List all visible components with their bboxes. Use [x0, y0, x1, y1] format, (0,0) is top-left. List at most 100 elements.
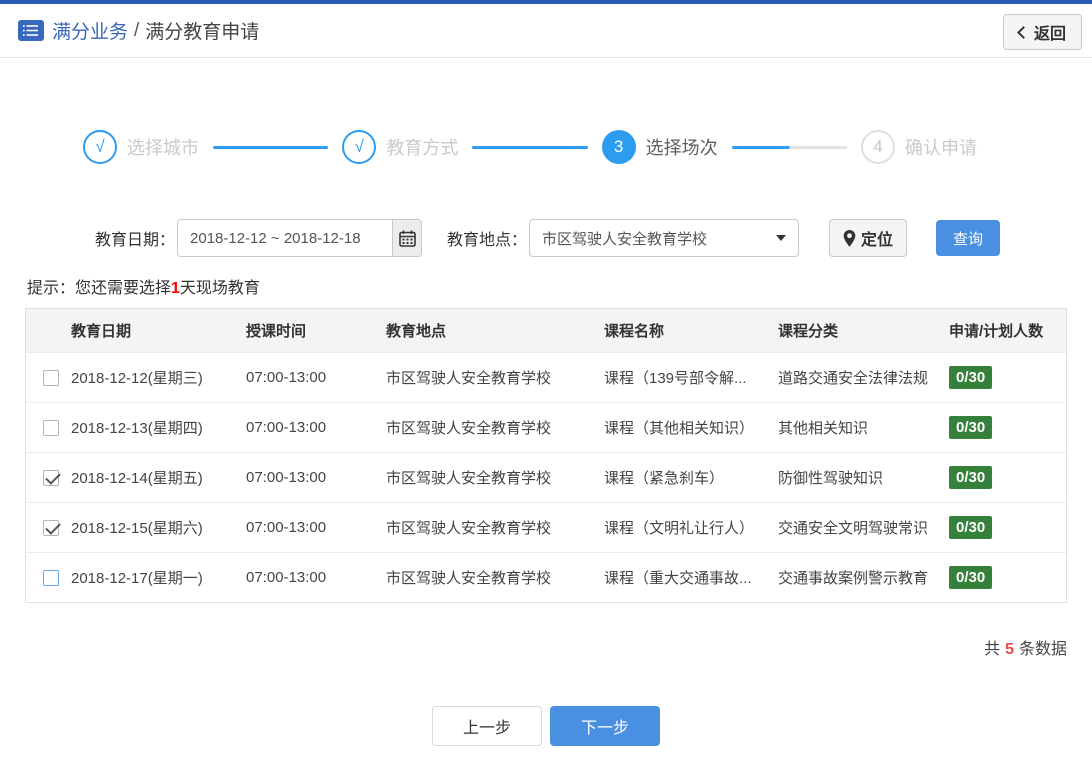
- step-connector-2: [472, 145, 588, 149]
- row-checkbox[interactable]: [43, 520, 59, 537]
- col-header-course: 课程名称: [604, 323, 665, 340]
- cell-date: 2018-12-14(星期五): [71, 470, 203, 487]
- col-header-time: 授课时间: [246, 323, 307, 340]
- step-4-circle: 4: [860, 130, 895, 164]
- hint-prefix: 提示：您还需要选择: [27, 280, 172, 297]
- col-header-date: 教育日期: [71, 323, 132, 340]
- cell-place: 市区驾驶人安全教育学校: [386, 420, 552, 437]
- step-4-mark: 4: [873, 137, 883, 156]
- page-header: 满分业务 / 满分教育申请 返回: [0, 4, 1092, 58]
- cell-category: 交通事故案例警示教育: [778, 570, 929, 587]
- step-3-circle: 3: [601, 130, 636, 164]
- table-row[interactable]: 2018-12-14(星期五) 07:00-13:00 市区驾驶人安全教育学校 …: [26, 452, 1066, 502]
- quota-badge: 0/30: [949, 366, 993, 389]
- location-label: 教育地点：: [447, 232, 528, 249]
- table-row[interactable]: 2018-12-12(星期三) 07:00-13:00 市区驾驶人安全教育学校 …: [26, 352, 1066, 402]
- hint-days-remaining: 1: [171, 280, 180, 297]
- cell-date: 2018-12-12(星期三): [71, 370, 203, 387]
- wizard-actions: 上一步 下一步: [0, 706, 1092, 746]
- step-select-city: √ 选择城市: [83, 130, 199, 164]
- date-label: 教育日期：: [95, 232, 176, 249]
- cell-category: 防御性驾驶知识: [778, 470, 884, 487]
- step-education-mode: √ 教育方式: [342, 130, 458, 164]
- location-select-value: 市区驾驶人安全教育学校: [542, 230, 708, 248]
- cell-course: 课程（文明礼让行人）: [604, 520, 755, 537]
- cell-time: 07:00-13:00: [246, 419, 327, 436]
- table-row[interactable]: 2018-12-13(星期四) 07:00-13:00 市区驾驶人安全教育学校 …: [26, 402, 1066, 452]
- cell-category: 交通安全文明驾驶常识: [778, 520, 929, 537]
- step-2-mark: √: [354, 137, 364, 156]
- next-step-button[interactable]: 下一步: [550, 706, 660, 746]
- locate-button[interactable]: 定位: [829, 219, 908, 257]
- quota-badge: 0/30: [949, 416, 993, 439]
- back-button[interactable]: 返回: [1002, 14, 1082, 50]
- breadcrumb-separator: /: [134, 19, 140, 41]
- chevron-left-icon: [1017, 25, 1030, 39]
- breadcrumb-section: 满分业务: [52, 22, 129, 43]
- row-checkbox[interactable]: [43, 570, 59, 587]
- cell-date: 2018-12-17(星期一): [71, 570, 203, 587]
- date-range-input[interactable]: [178, 220, 393, 256]
- quota-badge: 0/30: [949, 516, 993, 539]
- count-prefix: 共: [984, 641, 1001, 658]
- cell-course: 课程（139号部令解...: [604, 370, 747, 387]
- cell-place: 市区驾驶人安全教育学校: [386, 470, 552, 487]
- calendar-icon: [398, 230, 416, 247]
- cell-category: 其他相关知识: [778, 420, 869, 437]
- back-button-label: 返回: [1033, 26, 1066, 43]
- table-row[interactable]: 2018-12-15(星期六) 07:00-13:00 市区驾驶人安全教育学校 …: [26, 502, 1066, 552]
- date-range-group: [177, 219, 423, 257]
- cell-course: 课程（重大交通事故...: [604, 570, 752, 587]
- step-1-label: 选择城市: [127, 138, 199, 158]
- row-checkbox[interactable]: [43, 370, 59, 387]
- table-row[interactable]: 2018-12-17(星期一) 07:00-13:00 市区驾驶人安全教育学校 …: [26, 552, 1066, 602]
- cell-time: 07:00-13:00: [246, 469, 327, 486]
- locate-button-label: 定位: [861, 232, 894, 249]
- quota-badge: 0/30: [949, 466, 993, 489]
- table-header-row: 教育日期 授课时间 教育地点 课程名称 课程分类 申请/计划人数: [26, 309, 1066, 352]
- row-checkbox[interactable]: [43, 470, 59, 487]
- hint-text: 提示：您还需要选择1天现场教育: [27, 274, 1092, 298]
- step-4-label: 确认申请: [904, 138, 977, 158]
- step-2-label: 教育方式: [386, 138, 459, 158]
- count-value: 5: [1005, 641, 1014, 658]
- col-header-place: 教育地点: [386, 323, 447, 340]
- calendar-button[interactable]: [392, 220, 422, 256]
- step-3-label: 选择场次: [645, 138, 718, 158]
- record-count: 共 5 条数据: [0, 635, 1067, 659]
- cell-time: 07:00-13:00: [246, 369, 327, 386]
- filter-bar: 教育日期： 教育地点： 市区驾驶人安全教育学校 定位 查询: [95, 219, 1092, 257]
- step-2-circle: √: [342, 130, 377, 164]
- cell-time: 07:00-13:00: [246, 569, 327, 586]
- cell-course: 课程（紧急刹车）: [604, 470, 725, 487]
- step-confirm-application: 4 确认申请: [860, 130, 977, 164]
- breadcrumb-page: 满分教育申请: [145, 22, 260, 43]
- session-table: 教育日期 授课时间 教育地点 课程名称 课程分类 申请/计划人数 2018-12…: [25, 308, 1067, 603]
- cell-category: 道路交通安全法律法规: [778, 370, 929, 387]
- row-checkbox[interactable]: [43, 420, 59, 437]
- step-select-session: 3 选择场次: [601, 130, 718, 164]
- location-select[interactable]: 市区驾驶人安全教育学校: [529, 219, 800, 257]
- step-indicator: √ 选择城市 √ 教育方式 3 选择场次 4 确认申请: [83, 115, 977, 179]
- step-connector-1: [213, 145, 329, 149]
- quota-badge: 0/30: [949, 566, 993, 589]
- caret-down-icon: [776, 235, 787, 241]
- list-icon: [18, 20, 44, 41]
- cell-date: 2018-12-15(星期六): [71, 520, 203, 537]
- col-header-quota: 申请/计划人数: [949, 323, 1044, 340]
- step-connector-3: [731, 145, 847, 149]
- step-1-circle: √: [83, 130, 117, 164]
- previous-step-button[interactable]: 上一步: [432, 706, 542, 746]
- map-pin-icon: [843, 229, 856, 247]
- step-1-mark: √: [95, 137, 105, 156]
- cell-place: 市区驾驶人安全教育学校: [386, 520, 552, 537]
- cell-place: 市区驾驶人安全教育学校: [386, 570, 552, 587]
- col-header-category: 课程分类: [778, 323, 839, 340]
- cell-course: 课程（其他相关知识）: [604, 420, 755, 437]
- search-button[interactable]: 查询: [936, 220, 1001, 256]
- count-suffix: 条数据: [1018, 641, 1067, 658]
- cell-place: 市区驾驶人安全教育学校: [386, 370, 552, 387]
- step-3-mark: 3: [613, 137, 624, 156]
- hint-suffix: 天现场教育: [179, 280, 260, 297]
- cell-time: 07:00-13:00: [246, 519, 327, 536]
